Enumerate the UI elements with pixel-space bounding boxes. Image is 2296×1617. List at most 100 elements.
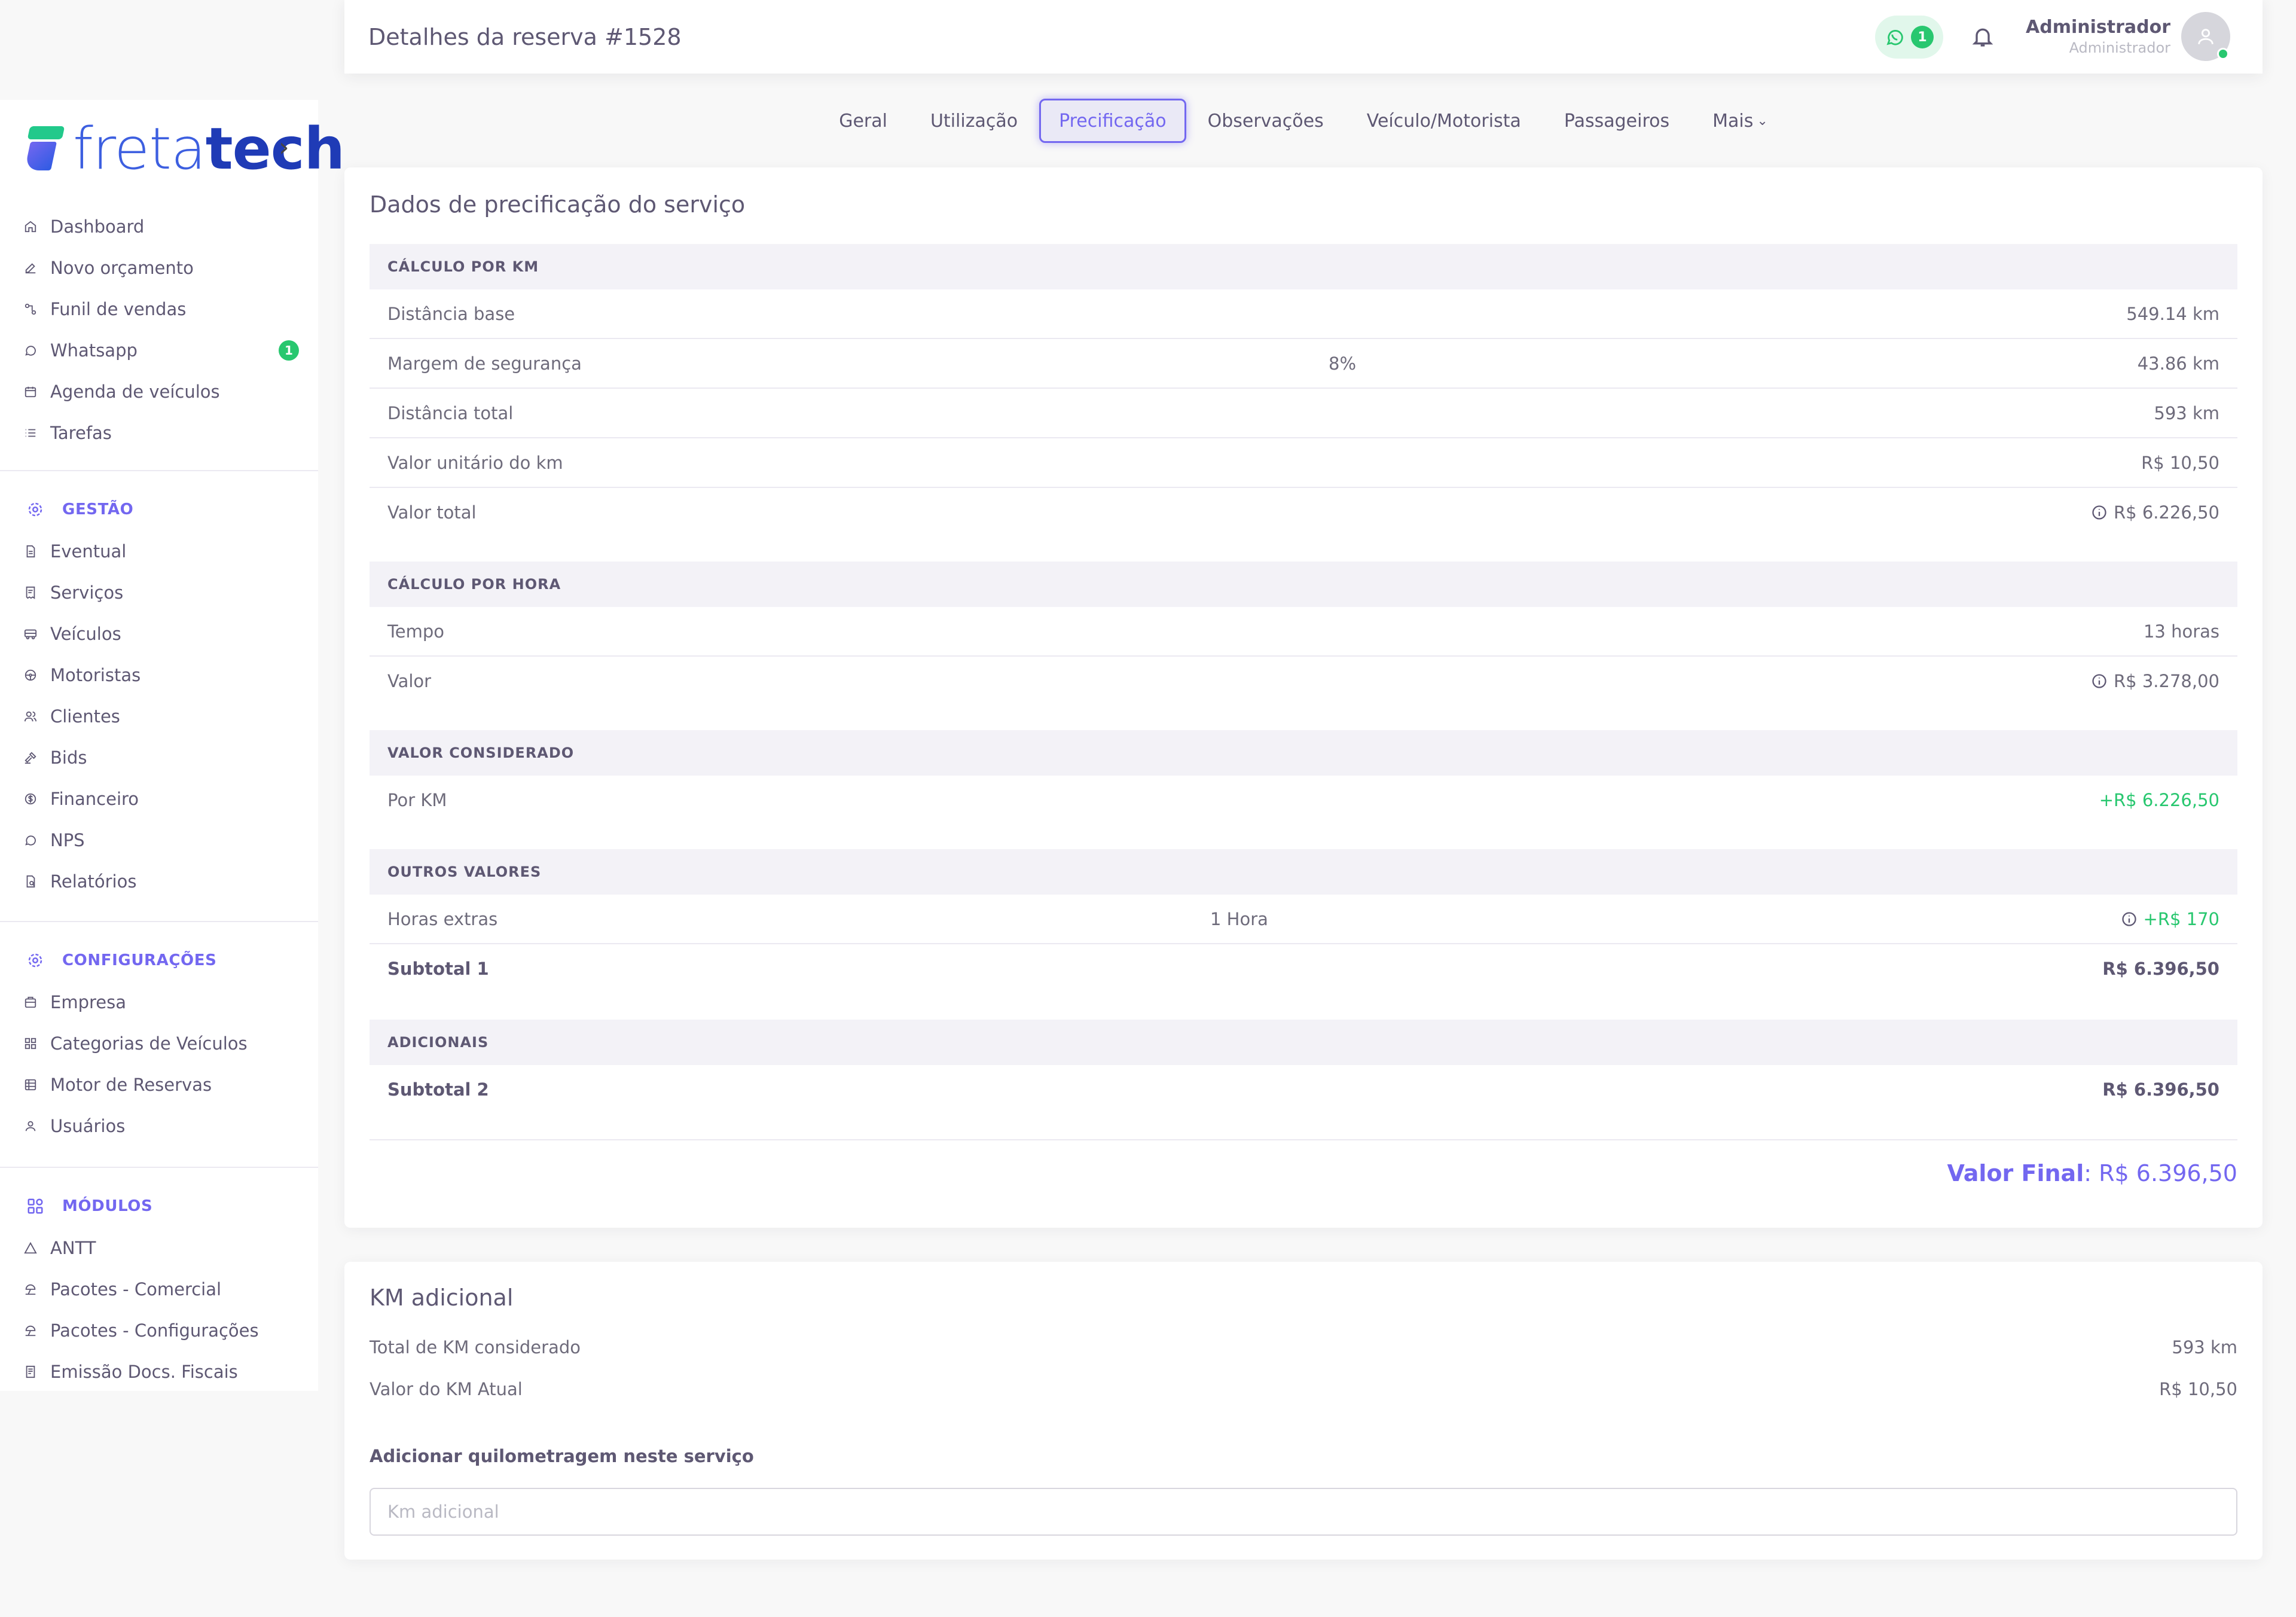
users-icon	[24, 710, 37, 723]
table-row: Distância base 549.14 km	[370, 289, 2237, 339]
sidebar-item-novo-orcamento[interactable]: Novo orçamento	[0, 247, 318, 288]
grid-icon	[24, 1037, 37, 1050]
row-value: 43.86 km	[2137, 353, 2219, 374]
sidebar-item-whatsapp[interactable]: Whatsapp 1	[0, 329, 318, 371]
sidebar-item-label: Categorias de Veículos	[50, 1033, 248, 1054]
row-value: 13 horas	[2143, 621, 2219, 642]
sidebar-item-veiculos[interactable]: Veículos	[0, 613, 318, 654]
sidebar-main-nav: Dashboard Novo orçamento Funil de vendas…	[0, 206, 318, 453]
sidebar-item-label: Motor de Reservas	[50, 1074, 212, 1095]
table-row: Valor R$ 3.278,00	[370, 657, 2237, 706]
sidebar-collapse-chevron-icon[interactable]: ›	[279, 132, 289, 163]
triangle-icon	[24, 1241, 37, 1255]
sidebar-divider	[0, 921, 318, 922]
sidebar-item-label: Dashboard	[50, 216, 145, 237]
gavel-icon	[24, 751, 37, 764]
sidebar-item-label: Empresa	[50, 991, 126, 1012]
sidebar-item-label: Whatsapp	[50, 340, 138, 361]
sidebar-item-funil-de-vendas[interactable]: Funil de vendas	[0, 288, 318, 329]
user-role: Administrador	[2069, 39, 2170, 56]
sidebar-item-categorias-de-veiculos[interactable]: Categorias de Veículos	[0, 1023, 318, 1064]
section-header-km: CÁLCULO POR KM	[370, 244, 2237, 289]
user-name[interactable]: Administrador	[2026, 17, 2170, 38]
tab-utilizacao[interactable]: Utilização	[909, 99, 1039, 143]
row-value-wrapper: R$ 6.226,50	[2091, 502, 2219, 523]
row-label: Tempo	[387, 621, 445, 642]
sidebar-section-configuracoes: CONFIGURAÇÕES	[0, 939, 318, 981]
sidebar-item-agenda-de-veiculos[interactable]: Agenda de veículos	[0, 371, 318, 412]
sidebar-item-label: Emissão Docs. Fiscais	[50, 1361, 238, 1382]
sidebar-item-servicos[interactable]: Serviços	[0, 572, 318, 613]
valor-final-label: Valor Final	[1947, 1160, 2084, 1186]
info-icon[interactable]	[2091, 504, 2108, 521]
row-value: R$ 10,50	[2141, 453, 2219, 473]
row-percent: 8%	[1329, 353, 1357, 374]
tab-passageiros[interactable]: Passageiros	[1543, 99, 1691, 143]
chat-icon	[24, 834, 37, 847]
user-icon	[24, 1119, 37, 1133]
sidebar-item-clientes[interactable]: Clientes	[0, 695, 318, 737]
km-adicional-input[interactable]	[370, 1488, 2237, 1536]
tab-geral[interactable]: Geral	[817, 99, 909, 143]
sidebar: fretatech › Dashboard Novo orçamento Fun…	[0, 100, 345, 1392]
sidebar-item-motor-de-reservas[interactable]: Motor de Reservas	[0, 1064, 318, 1105]
table-row: Valor unitário do km R$ 10,50	[370, 438, 2237, 488]
sidebar-item-pacotes-comercial[interactable]: Pacotes - Comercial	[0, 1268, 318, 1310]
info-icon[interactable]	[2121, 911, 2138, 928]
valor-final: Valor Final: R$ 6.396,50	[1947, 1160, 2237, 1186]
sidebar-item-label: Eventual	[50, 541, 127, 562]
table-row-subtotal: Subtotal 2 R$ 6.396,50	[370, 1065, 2237, 1140]
row-label: Horas extras	[387, 909, 498, 929]
calendar-icon	[24, 385, 37, 398]
km-adicional-card: KM adicional Total de KM considerado 593…	[344, 1262, 2263, 1560]
detail-tabs: Geral Utilização Precificação Observaçõe…	[344, 99, 2263, 143]
tab-veiculo-motorista[interactable]: Veículo/Motorista	[1345, 99, 1543, 143]
sidebar-item-antt[interactable]: ANTT	[0, 1227, 318, 1268]
row-label: Valor unitário do km	[387, 453, 563, 473]
row-value-wrapper: +R$ 170	[2121, 909, 2219, 929]
apps-icon	[26, 1197, 44, 1215]
table-row-subtotal: Subtotal 1 R$ 6.396,50	[370, 944, 2237, 996]
row-value: R$ 6.396,50	[2102, 1079, 2219, 1100]
logo-text-bold: tech	[205, 115, 345, 182]
km-add-label: Adicionar quilometragem neste serviço	[370, 1446, 754, 1466]
sidebar-item-bids[interactable]: Bids	[0, 737, 318, 778]
sidebar-item-dashboard[interactable]: Dashboard	[0, 206, 318, 247]
row-value: +R$ 6.226,50	[2099, 790, 2219, 810]
tab-mais[interactable]: Mais ⌄	[1691, 99, 1790, 143]
steering-wheel-icon	[24, 669, 37, 682]
logo[interactable]: fretatech	[24, 115, 345, 182]
sidebar-item-nps[interactable]: NPS	[0, 819, 318, 861]
top-navbar: Detalhes da reserva #1528 1 Administrado…	[344, 0, 2263, 74]
list-icon	[24, 426, 37, 440]
row-label: Margem de segurança	[387, 353, 582, 374]
tab-precificacao[interactable]: Precificação	[1039, 99, 1186, 143]
gear-icon	[26, 501, 44, 518]
sidebar-item-empresa[interactable]: Empresa	[0, 981, 318, 1023]
sidebar-item-relatorios[interactable]: Relatórios	[0, 861, 318, 902]
sidebar-item-motoristas[interactable]: Motoristas	[0, 654, 318, 695]
sidebar-divider	[0, 1167, 318, 1168]
info-icon[interactable]	[2091, 673, 2108, 689]
sidebar-item-tarefas[interactable]: Tarefas	[0, 412, 318, 453]
row-label: Subtotal 2	[387, 1079, 489, 1100]
sidebar-item-usuarios[interactable]: Usuários	[0, 1105, 318, 1146]
row-value: +R$ 170	[2143, 909, 2219, 929]
funnel-icon	[24, 303, 37, 316]
sidebar-item-financeiro[interactable]: Financeiro	[0, 778, 318, 819]
sidebar-item-pacotes-configuracoes[interactable]: Pacotes - Configurações	[0, 1310, 318, 1351]
bell-icon[interactable]	[1971, 24, 1995, 49]
receipt-icon	[24, 586, 37, 599]
whatsapp-button[interactable]: 1	[1875, 16, 1943, 59]
tab-observacoes[interactable]: Observações	[1186, 99, 1345, 143]
sidebar-item-label: Novo orçamento	[50, 257, 194, 278]
whatsapp-icon	[24, 344, 37, 357]
section-header-hora: CÁLCULO POR HORA	[370, 562, 2237, 607]
sidebar-item-label: ANTT	[50, 1237, 96, 1258]
sidebar-item-eventual[interactable]: Eventual	[0, 530, 318, 572]
sidebar-section-title: MÓDULOS	[62, 1197, 153, 1215]
logo-text-light: freta	[73, 115, 206, 182]
sidebar-item-emissao-docs-fiscais[interactable]: Emissão Docs. Fiscais	[0, 1351, 318, 1392]
sidebar-item-label: Motoristas	[50, 664, 141, 685]
row-label: Por KM	[387, 790, 447, 810]
